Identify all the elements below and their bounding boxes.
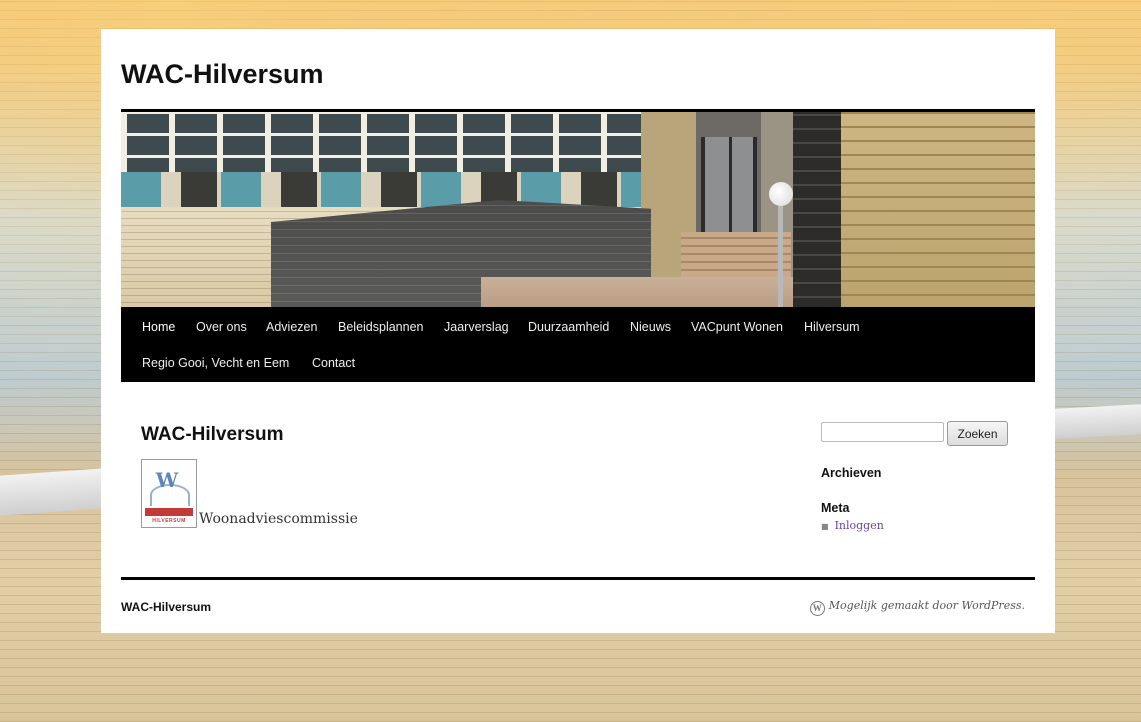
bullet-icon: ■ <box>821 522 829 531</box>
nav-item-contact[interactable]: Contact <box>312 356 355 370</box>
search-input[interactable] <box>821 422 944 442</box>
banner-floor <box>481 277 841 310</box>
nav-item-regio[interactable]: Regio Gooi, Vecht en Eem <box>142 356 289 370</box>
logo-w-mark: W <box>155 468 179 492</box>
wac-logo-image[interactable]: W HILVERSUM <box>141 459 197 528</box>
nav-item-adviezen[interactable]: Adviezen <box>266 320 317 334</box>
footer-divider <box>121 577 1035 580</box>
meta-links-list: ■ Inloggen <box>821 519 884 532</box>
footer-site-name[interactable]: WAC-Hilversum <box>121 600 211 614</box>
banner-pillar <box>793 112 841 310</box>
logo-caption: Woonadviescommissie <box>199 511 358 527</box>
wordpress-credit-text: Mogelijk gemaakt door WordPress. <box>828 599 1025 612</box>
search-button[interactable]: Zoeken <box>947 421 1008 446</box>
banner-sill <box>121 172 641 207</box>
nav-item-duurzaamheid[interactable]: Duurzaamheid <box>528 320 609 334</box>
meta-widget-title: Meta <box>821 501 850 515</box>
wordpress-icon: W <box>809 601 825 616</box>
nav-item-home[interactable]: Home <box>142 320 175 334</box>
site-title[interactable]: WAC-Hilversum <box>121 59 324 90</box>
post-title[interactable]: WAC-Hilversum <box>141 424 284 446</box>
logo-ribbon <box>145 508 193 516</box>
logo-text: HILVERSUM <box>152 518 186 524</box>
header-banner-image[interactable] <box>121 109 1035 310</box>
archives-widget-title: Archieven <box>821 466 882 480</box>
login-link[interactable]: Inloggen <box>835 519 884 532</box>
nav-item-jaarverslag[interactable]: Jaarverslag <box>444 320 509 334</box>
nav-item-beleidsplannen[interactable]: Beleidsplannen <box>338 320 424 334</box>
banner-lamp <box>769 182 793 206</box>
nav-item-hilversum[interactable]: Hilversum <box>804 320 860 334</box>
banner-door <box>701 137 757 232</box>
wordpress-credit[interactable]: W Mogelijk gemaakt door WordPress. <box>809 599 1025 616</box>
banner-lamppost <box>778 206 783 310</box>
page-container: WAC-Hilversum Home Over ons Adviezen Bel… <box>101 29 1055 633</box>
list-item: ■ Inloggen <box>821 519 884 532</box>
nav-item-over-ons[interactable]: Over ons <box>196 320 247 334</box>
banner-bricks <box>841 112 1035 310</box>
nav-item-nieuws[interactable]: Nieuws <box>630 320 671 334</box>
banner-steps <box>681 232 791 277</box>
nav-item-vacpunt-wonen[interactable]: VACpunt Wonen <box>691 320 783 334</box>
main-navigation: Home Over ons Adviezen Beleidsplannen Ja… <box>121 307 1035 382</box>
